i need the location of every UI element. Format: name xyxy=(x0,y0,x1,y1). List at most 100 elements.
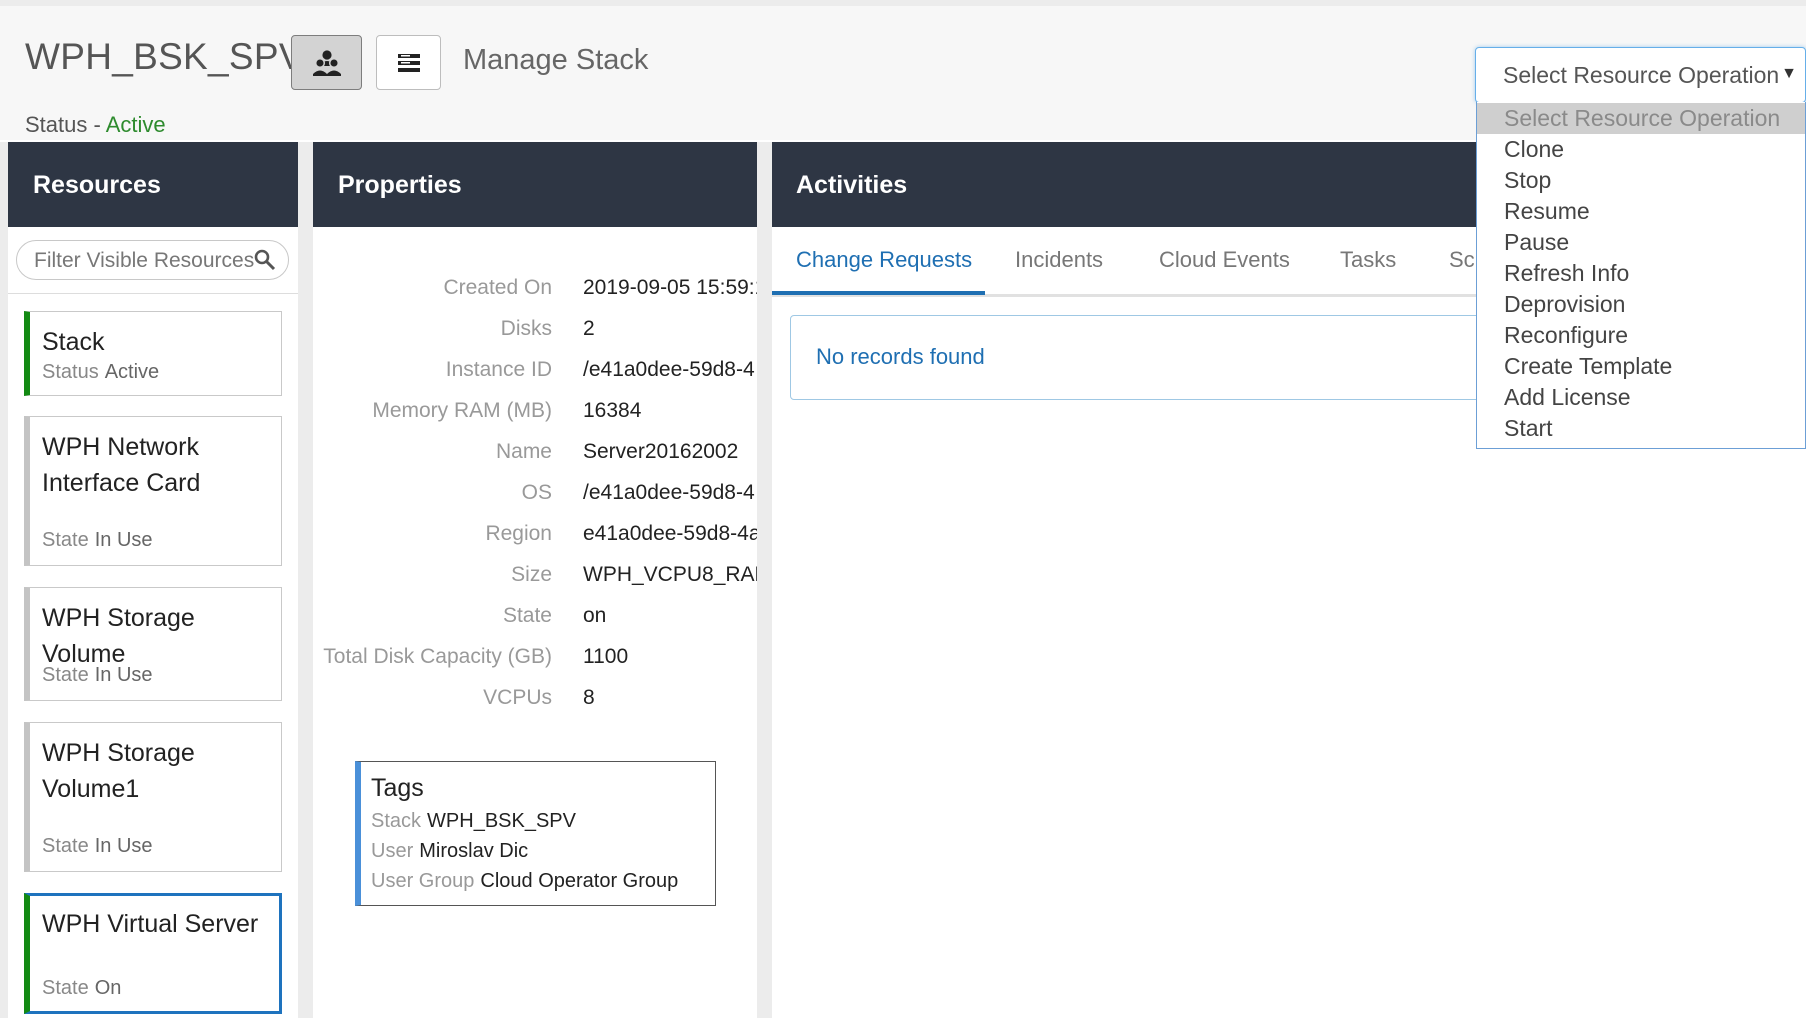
property-label: OS xyxy=(521,481,552,504)
option-reconfigure[interactable]: Reconfigure xyxy=(1477,320,1805,351)
option-add-license[interactable]: Add License xyxy=(1477,382,1805,413)
property-row: Size WPH_VCPU8_RAM xyxy=(313,563,757,604)
option-start[interactable]: Start xyxy=(1477,413,1805,444)
group-icon xyxy=(312,49,341,76)
option-create-template[interactable]: Create Template xyxy=(1477,351,1805,382)
property-row: Memory RAM (MB) 16384 xyxy=(313,399,757,440)
tab-change-requests[interactable]: Change Requests xyxy=(796,247,972,273)
property-value: /e41a0dee-59d8-4 xyxy=(583,358,755,381)
resource-card-storage-volume1[interactable]: WPH Storage Volume1 State In Use xyxy=(24,722,282,872)
tag-key: User Group xyxy=(371,870,475,892)
resource-state: State In Use xyxy=(42,664,153,687)
property-value: 8 xyxy=(583,686,595,709)
property-label: Instance ID xyxy=(445,358,552,381)
resource-card-network-interface[interactable]: WPH Network Interface Card State In Use xyxy=(24,416,282,566)
select-value: Select Resource Operation xyxy=(1503,62,1780,88)
property-row: Instance ID/e41a0dee-59d8-4 xyxy=(313,358,757,399)
tag-row: User Miroslav Dic xyxy=(371,840,528,863)
tag-row: User Group Cloud Operator Group xyxy=(371,870,678,893)
resource-state-label: State xyxy=(42,664,89,686)
stack-status: Status - Active xyxy=(25,112,166,138)
gutter xyxy=(0,142,8,1018)
option-resume[interactable]: Resume xyxy=(1477,196,1805,227)
resource-status: Status Active xyxy=(42,361,159,384)
tags-title: Tags xyxy=(371,774,424,802)
resource-status-label: Status xyxy=(42,361,99,383)
property-label: State xyxy=(502,604,552,627)
option-select-resource-operation[interactable]: Select Resource Operation xyxy=(1477,103,1805,134)
option-stop[interactable]: Stop xyxy=(1477,165,1805,196)
divider xyxy=(8,293,298,294)
status-label: Status - xyxy=(25,112,101,137)
property-label: Disks xyxy=(500,317,552,340)
resource-card-virtual-server[interactable]: WPH Virtual Server State On xyxy=(24,893,282,1014)
resource-state-label: State xyxy=(42,529,89,551)
tab-incidents[interactable]: Incidents xyxy=(1015,247,1103,273)
property-label: Created On xyxy=(443,276,552,299)
list-icon xyxy=(397,53,420,72)
property-label: Size xyxy=(511,563,552,586)
tag-key: Stack xyxy=(371,810,422,832)
resource-state-value: In Use xyxy=(94,664,153,686)
tag-row: Stack WPH_BSK_SPV xyxy=(371,810,576,833)
option-pause[interactable]: Pause xyxy=(1477,227,1805,258)
option-deprovision[interactable]: Deprovision xyxy=(1477,289,1805,320)
gutter xyxy=(757,142,772,1018)
option-clone[interactable]: Clone xyxy=(1477,134,1805,165)
property-label: VCPUs xyxy=(483,686,552,709)
property-label: Total Disk Capacity (GB) xyxy=(323,645,552,668)
filter-resources-input[interactable]: Filter Visible Resources xyxy=(16,240,289,280)
tag-value: Cloud Operator Group xyxy=(480,870,679,892)
gutter xyxy=(298,142,313,1018)
resource-title: WPH Storage Volume xyxy=(42,604,195,668)
option-refresh-info[interactable]: Refresh Info xyxy=(1477,258,1805,289)
resource-status-value: Active xyxy=(104,361,160,383)
property-value: WPH_VCPU8_RAM xyxy=(583,563,757,586)
resource-state-value: In Use xyxy=(94,835,153,857)
filter-placeholder: Filter Visible Resources xyxy=(34,249,255,272)
search-icon xyxy=(254,249,276,271)
property-row: Total Disk Capacity (GB) 1100 xyxy=(313,645,757,686)
property-value: 2019-09-05 15:59:1 xyxy=(583,276,757,299)
resource-card-stack[interactable]: Stack Status Active xyxy=(24,311,282,396)
resource-state: State In Use xyxy=(42,529,153,552)
page-title: Manage Stack xyxy=(463,44,649,76)
resource-state-value: On xyxy=(94,977,122,999)
list-view-button[interactable] xyxy=(376,35,441,90)
property-label: Region xyxy=(485,522,552,545)
resource-title: WPH Network Interface Card xyxy=(42,433,201,497)
property-value: 16384 xyxy=(583,399,642,422)
property-row: Disks 2 xyxy=(313,317,757,358)
resource-operation-select[interactable]: Select Resource Operation ▼ xyxy=(1475,47,1806,103)
property-row: Name Server20162002 xyxy=(313,440,757,481)
resource-card-storage-volume[interactable]: WPH Storage Volume State In Use xyxy=(24,587,282,701)
resource-state-label: State xyxy=(42,835,89,857)
stack-name: WPH_BSK_SPV xyxy=(25,36,304,77)
resource-title: WPH Virtual Server xyxy=(42,910,259,938)
tab-cloud-events[interactable]: Cloud Events xyxy=(1159,247,1290,273)
tags-card: Tags Stack WPH_BSK_SPV User Miroslav Dic U… xyxy=(355,761,716,906)
property-value: on xyxy=(583,604,607,627)
status-value: Active xyxy=(105,112,166,137)
property-label: Memory RAM (MB) xyxy=(372,399,552,422)
property-row: OS/e41a0dee-59d8-4 xyxy=(313,481,757,522)
tag-value: WPH_BSK_SPV xyxy=(427,810,576,832)
property-label: Name xyxy=(495,440,552,463)
tab-tasks[interactable]: Tasks xyxy=(1340,247,1396,273)
caret-down-icon: ▼ xyxy=(1781,65,1797,82)
property-value: Server20162002 xyxy=(583,440,739,463)
tag-value: Miroslav Dic xyxy=(419,840,529,862)
resources-view-button[interactable] xyxy=(291,35,362,90)
resource-state-value: In Use xyxy=(94,529,153,551)
property-value: 2 xyxy=(583,317,595,340)
resource-state: State In Use xyxy=(42,835,153,858)
tab-schedules[interactable]: Sc xyxy=(1449,247,1475,273)
property-row: Region e41a0dee-59d8-4a xyxy=(313,522,757,563)
property-value: /e41a0dee-59d8-4 xyxy=(583,481,755,504)
resource-state-label: State xyxy=(42,977,89,999)
resource-operation-dropdown: Select Resource Operation Clone Stop Res… xyxy=(1476,102,1806,449)
property-value: 1100 xyxy=(583,645,629,668)
resource-title: Stack xyxy=(42,328,105,356)
property-value: e41a0dee-59d8-4a xyxy=(583,522,757,545)
property-row: VCPUs 8 xyxy=(313,686,757,727)
